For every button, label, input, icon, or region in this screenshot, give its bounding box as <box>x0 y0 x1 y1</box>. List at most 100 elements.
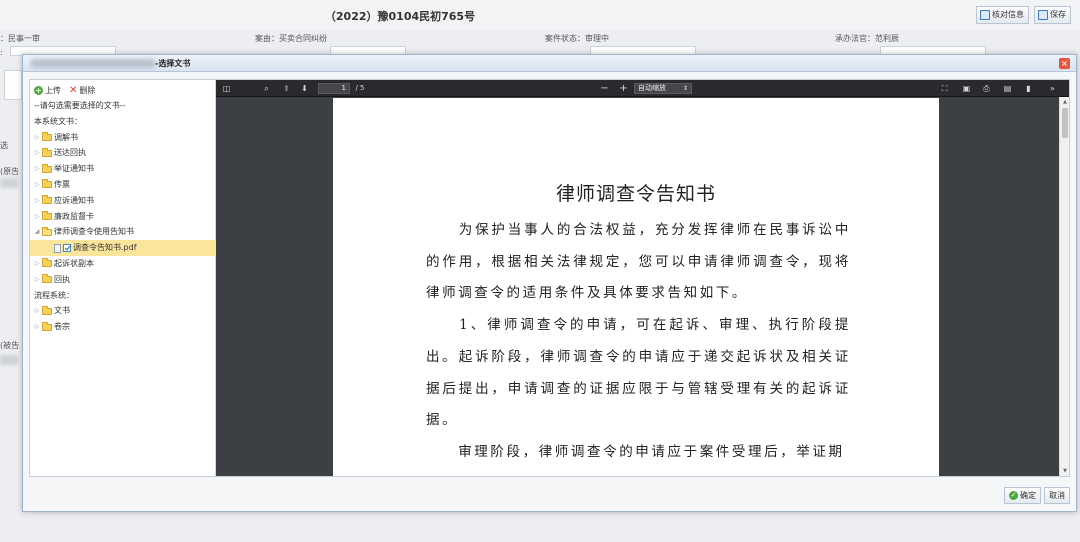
pdf-viewer: ◫ ⌕ ⬆ ⬇ 1 / 5 − + 自动缩放 ⛶ ▣ ⎙ ▤ ▮ » 律师调查令… <box>216 80 1069 476</box>
delete-button[interactable]: ✕ 删除 <box>69 85 95 96</box>
tree-folder[interactable]: ▷ 起诉状副本 <box>34 256 215 272</box>
dialog-titlebar: -选择文书 × <box>23 55 1076 72</box>
tree-folder-expanded[interactable]: ◢ 律师调查令使用告知书 <box>34 224 215 240</box>
folder-icon <box>42 147 52 157</box>
info-judge: 承办法官：范利辰 <box>835 34 899 43</box>
folder-label: 廉政监督卡 <box>54 211 94 221</box>
zoom-select[interactable]: 自动缩放 <box>634 83 692 94</box>
open-file-icon[interactable]: ▣ <box>962 80 971 97</box>
tree-folder[interactable]: ▷ 廉政监督卡 <box>34 209 215 225</box>
info-procedure: ：民事一审 <box>0 34 40 43</box>
checkbox-checked-icon[interactable] <box>63 244 71 253</box>
dialog-title: -选择文书 <box>155 59 191 68</box>
folder-label: 文书 <box>54 306 70 316</box>
folder-open-icon <box>42 226 52 236</box>
file-icon <box>54 243 61 253</box>
upload-button[interactable]: + 上传 <box>34 85 61 96</box>
zoom-in-icon[interactable]: + <box>619 80 628 97</box>
expand-arrow-icon[interactable]: ▷ <box>34 193 40 209</box>
select-document-dialog: -选择文书 × + 上传 ✕ 删除 --请勾选需要选择的文书-- 本系统文书： … <box>22 54 1077 512</box>
side-label-2: (原告 <box>0 167 20 176</box>
previous-page-icon[interactable]: ⬆ <box>282 80 291 97</box>
check-info-label: 核对信息 <box>992 10 1024 19</box>
cancel-button[interactable]: 取消 <box>1044 487 1070 504</box>
expand-arrow-icon[interactable]: ▷ <box>34 272 40 288</box>
tree-file-selected[interactable]: 调查令告知书.pdf <box>30 240 216 256</box>
check-info-icon <box>980 10 990 20</box>
tree-folder[interactable]: ▷ 调解书 <box>34 130 215 146</box>
scroll-down-icon[interactable]: ▼ <box>1061 467 1069 475</box>
tree-folder[interactable]: ▷ 应诉通知书 <box>34 193 215 209</box>
bookmark-icon[interactable]: ▮ <box>1024 80 1033 97</box>
flow-system-label: 流程系统： <box>34 290 74 300</box>
sidebar-toggle-icon[interactable]: ◫ <box>222 80 231 97</box>
next-page-icon[interactable]: ⬇ <box>300 80 309 97</box>
tree-folder[interactable]: ▷ 卷宗 <box>34 319 215 335</box>
scroll-thumb[interactable] <box>1062 108 1068 138</box>
folder-icon <box>42 305 52 315</box>
tree-folder[interactable]: ▷ 回执 <box>34 272 215 288</box>
pdf-page: 律师调查令告知书 为保护当事人的合法权益，充分发挥律师在民事诉讼中的作用，根据相… <box>333 98 939 476</box>
add-icon: + <box>34 85 43 95</box>
pdf-scrollbar[interactable]: ▲ ▼ <box>1059 97 1069 476</box>
scroll-up-icon[interactable]: ▲ <box>1061 98 1069 106</box>
download-icon[interactable]: ▤ <box>1003 80 1012 97</box>
checkmark-icon: ✓ <box>1009 491 1018 500</box>
print-icon[interactable]: ⎙ <box>982 80 991 97</box>
dialog-footer: ✓ 确定 取消 <box>23 483 1076 511</box>
confirm-label: 确定 <box>1020 491 1036 500</box>
folder-icon <box>42 163 52 173</box>
expand-arrow-icon[interactable]: ▷ <box>34 319 40 335</box>
folder-label: 举证通知书 <box>54 164 94 174</box>
folder-label: 送达回执 <box>54 148 86 158</box>
document-paragraph: 为保护当事人的合法权益，充分发挥律师在民事诉讼中的作用，根据相关法律规定，您可以… <box>426 222 851 301</box>
expand-arrow-icon[interactable]: ▷ <box>34 130 40 146</box>
folder-label: 起诉状副本 <box>54 258 94 268</box>
cancel-label: 取消 <box>1049 491 1065 500</box>
delete-label: 删除 <box>79 85 96 95</box>
folder-icon <box>42 274 52 284</box>
side-label-1: 选 <box>0 141 8 150</box>
tree-folder[interactable]: ▷ 送达回执 <box>34 145 215 161</box>
bg-input-5[interactable] <box>4 70 22 100</box>
page-total: / 5 <box>355 84 365 92</box>
info-status: 案件状态：审理中 <box>545 34 609 43</box>
zoom-out-icon[interactable]: − <box>600 80 609 97</box>
system-docs-label: 本系统文书： <box>34 116 82 126</box>
presentation-mode-icon[interactable]: ⛶ <box>940 80 949 97</box>
folder-icon <box>42 321 52 331</box>
page-number-input[interactable]: 1 <box>318 83 350 94</box>
tree-folder[interactable]: ▷ 文书 <box>34 303 215 319</box>
folder-icon <box>42 195 52 205</box>
expand-arrow-icon[interactable]: ▷ <box>34 256 40 272</box>
collapse-arrow-icon[interactable]: ◢ <box>34 224 40 240</box>
folder-label: 传票 <box>54 179 70 189</box>
search-icon[interactable]: ⌕ <box>262 80 271 97</box>
more-tools-icon[interactable]: » <box>1048 80 1057 97</box>
expand-arrow-icon[interactable]: ▷ <box>34 177 40 193</box>
delete-x-icon: ✕ <box>69 84 78 96</box>
confirm-button[interactable]: ✓ 确定 <box>1004 487 1041 504</box>
check-info-button[interactable]: 核对信息 <box>976 6 1029 24</box>
folder-icon <box>42 210 52 220</box>
folder-label: 调解书 <box>54 132 78 142</box>
folder-icon <box>42 179 52 189</box>
expand-arrow-icon[interactable]: ▷ <box>34 145 40 161</box>
expand-arrow-icon[interactable]: ▷ <box>34 209 40 225</box>
folder-icon <box>42 258 52 268</box>
upload-label: 上传 <box>45 85 61 95</box>
save-button[interactable]: 保存 <box>1034 6 1071 24</box>
expand-arrow-icon[interactable]: ▷ <box>34 303 40 319</box>
folder-label: 律师调查令使用告知书 <box>54 227 134 237</box>
folder-label: 卷宗 <box>54 322 70 332</box>
folder-icon <box>42 131 52 141</box>
tree-toolbar: + 上传 ✕ 删除 <box>34 84 215 96</box>
expand-arrow-icon[interactable]: ▷ <box>34 161 40 177</box>
side-label-4: : <box>0 48 3 57</box>
document-paragraph: 起诉阶段，律师调查令的申请应于递交起诉状及相关证据后提出，申请调查的证据应限于与… <box>426 349 851 428</box>
tree-folder[interactable]: ▷ 传票 <box>34 177 215 193</box>
close-icon[interactable]: × <box>1059 58 1070 69</box>
redacted-block <box>0 355 18 365</box>
dialog-body: + 上传 ✕ 删除 --请勾选需要选择的文书-- 本系统文书： ▷ 调解书 ▷ … <box>29 79 1070 477</box>
tree-folder[interactable]: ▷ 举证通知书 <box>34 161 215 177</box>
